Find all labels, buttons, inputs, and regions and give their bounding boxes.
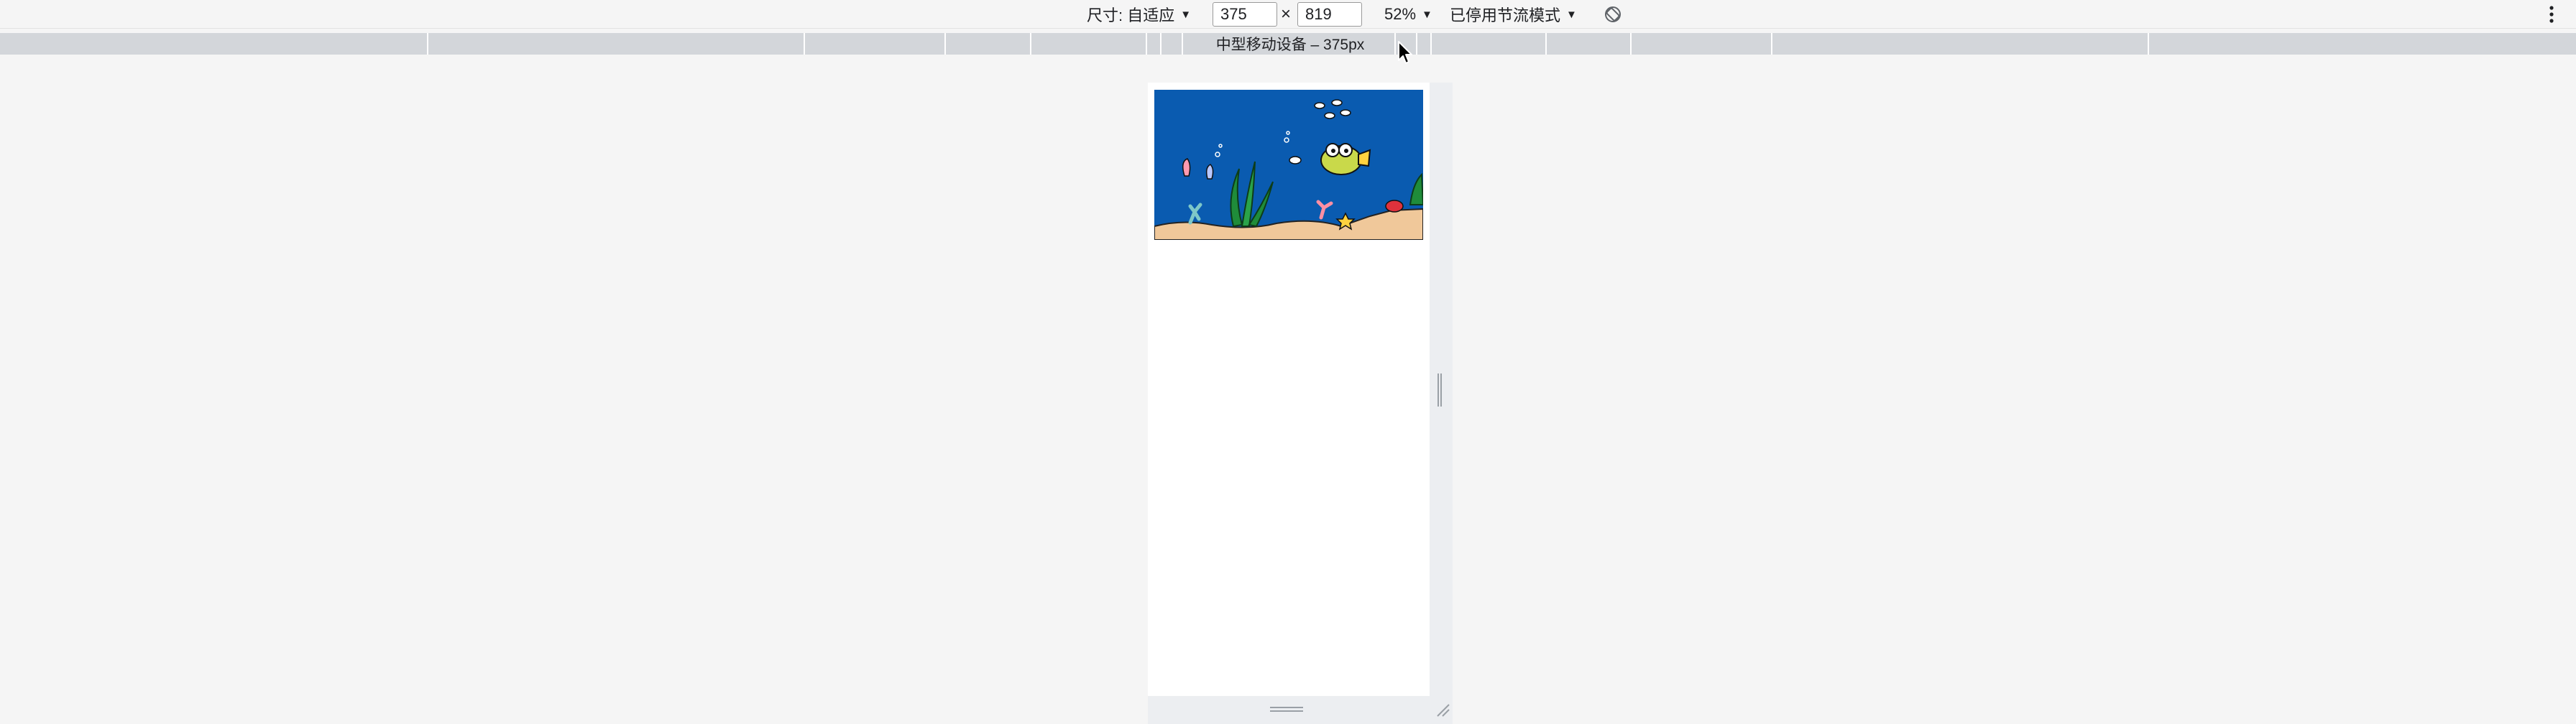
media-query-divider <box>1771 33 1772 55</box>
media-query-divider <box>1430 33 1432 55</box>
rotate-disabled-icon[interactable] <box>1604 5 1622 24</box>
chevron-down-icon: ▼ <box>1180 8 1192 21</box>
media-query-divider <box>1030 33 1031 55</box>
dimensions-label: 尺寸: 自适应 <box>1087 6 1175 24</box>
resize-handle-corner[interactable] <box>1435 702 1450 718</box>
times-separator: × <box>1281 4 1292 24</box>
media-query-divider <box>427 33 428 55</box>
resize-handle-bottom[interactable] <box>1270 705 1303 715</box>
media-query-divider <box>2148 33 2149 55</box>
media-query-divider <box>1545 33 1547 55</box>
media-query-divider <box>1416 33 1417 55</box>
dimensions-dropdown[interactable]: 尺寸: 自适应 ▼ <box>1087 0 1191 29</box>
media-query-divider <box>1160 33 1162 55</box>
width-input[interactable]: 375 <box>1213 2 1277 27</box>
media-query-divider <box>944 33 946 55</box>
chevron-down-icon: ▼ <box>1422 8 1432 21</box>
resize-handle-right[interactable] <box>1436 373 1443 407</box>
device-toolbar: 尺寸: 自适应 ▼ 375 × 819 52% ▼ 已停用节流模式 ▼ <box>0 0 2576 29</box>
mouse-cursor-icon <box>1398 41 1412 64</box>
throttle-label: 已停用节流模式 <box>1450 6 1561 24</box>
zoom-label: 52% <box>1384 5 1417 23</box>
more-vertical-icon[interactable] <box>2544 3 2559 26</box>
throttle-dropdown[interactable]: 已停用节流模式 ▼ <box>1450 0 1577 29</box>
device-viewport[interactable] <box>1148 83 1430 696</box>
underwater-banner-image <box>1154 90 1423 240</box>
device-frame <box>1148 83 1453 724</box>
media-query-divider <box>804 33 805 55</box>
zoom-dropdown[interactable]: 52% ▼ <box>1384 0 1432 29</box>
chevron-down-icon: ▼ <box>1566 8 1577 21</box>
media-query-divider <box>1146 33 1147 55</box>
height-input[interactable]: 819 <box>1297 2 1362 27</box>
media-query-label[interactable]: 中型移动设备 – 375px <box>1164 33 1416 55</box>
media-query-divider <box>1630 33 1632 55</box>
